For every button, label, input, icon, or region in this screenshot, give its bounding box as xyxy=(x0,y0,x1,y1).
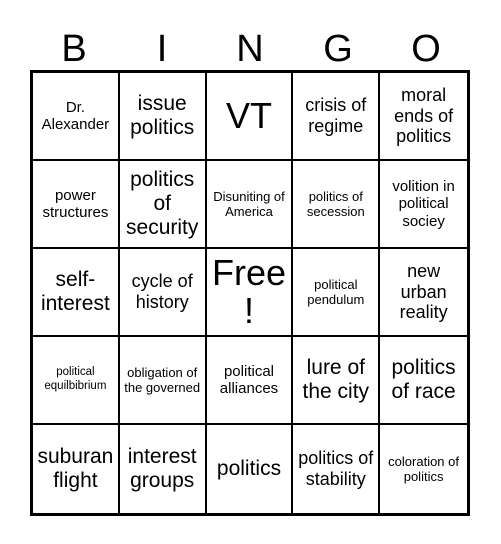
header-letter-n: N xyxy=(236,28,264,70)
bingo-cell-label: lure of the city xyxy=(302,356,370,403)
bingo-cell[interactable]: Dr. Alexander xyxy=(33,73,120,161)
bingo-cell[interactable]: new urban reality xyxy=(380,249,467,337)
bingo-cell[interactable]: cycle of history xyxy=(119,249,207,337)
bingo-cell[interactable]: power structures xyxy=(33,161,120,249)
bingo-cell-label: VT xyxy=(225,95,272,137)
bingo-cell[interactable]: coloration of politics xyxy=(380,425,467,513)
bingo-cell-label: politics of stability xyxy=(298,448,374,489)
bingo-cell-label: political alliances xyxy=(219,362,279,397)
bingo-cell-label: issue politics xyxy=(130,92,195,139)
bingo-cell-label: obligation of the governed xyxy=(124,364,201,395)
bingo-cell-label: suburan flight xyxy=(37,445,114,492)
bingo-cell[interactable]: volition in political sociey xyxy=(380,161,467,249)
bingo-cell-label: politics of race xyxy=(391,356,456,403)
bingo-cell[interactable]: issue politics xyxy=(119,73,207,161)
bingo-header: B I N G O xyxy=(30,14,470,70)
header-letter-g: G xyxy=(323,28,353,70)
header-letter-b: B xyxy=(61,28,87,70)
bingo-cell[interactable]: political equilbibrium xyxy=(33,337,120,425)
bingo-cell[interactable]: political pendulum xyxy=(293,249,381,337)
bingo-cell[interactable]: obligation of the governed xyxy=(119,337,207,425)
bingo-cell[interactable]: politics of security xyxy=(119,161,207,249)
bingo-cell-label: politics of secession xyxy=(306,188,365,219)
bingo-cell-label: Disuniting of America xyxy=(213,188,285,219)
bingo-cell-label: new urban reality xyxy=(399,261,448,323)
bingo-cell-label: interest groups xyxy=(127,445,197,492)
bingo-cell[interactable]: Disuniting of America xyxy=(206,161,294,249)
bingo-cell[interactable]: politics of race xyxy=(380,337,467,425)
bingo-cell-label: cycle of history xyxy=(131,271,193,312)
bingo-cell-label: politics of security xyxy=(126,168,199,239)
bingo-cell[interactable]: VT xyxy=(206,73,294,161)
bingo-cell-label: self-interest xyxy=(40,268,110,315)
bingo-cell[interactable]: lure of the city xyxy=(293,337,381,425)
bingo-cell-label: crisis of regime xyxy=(305,95,367,136)
bingo-cell[interactable]: self-interest xyxy=(33,249,120,337)
bingo-card: B I N G O Dr. Alexander issue politics V… xyxy=(0,0,501,544)
bingo-cell[interactable]: suburan flight xyxy=(33,425,120,513)
bingo-cell[interactable]: political alliances xyxy=(206,337,294,425)
bingo-cell-label: coloration of politics xyxy=(388,453,459,484)
bingo-cell-label: moral ends of politics xyxy=(394,85,454,147)
header-letter-o: O xyxy=(411,28,441,70)
bingo-free-cell[interactable]: Free! xyxy=(206,249,294,337)
bingo-cell-label: politics xyxy=(216,457,282,481)
bingo-cell[interactable]: interest groups xyxy=(119,425,207,513)
bingo-cell-label: volition in political sociey xyxy=(392,177,455,230)
bingo-grid: Dr. Alexander issue politics VT crisis o… xyxy=(30,70,470,516)
bingo-cell[interactable]: politics xyxy=(206,425,294,513)
bingo-cell[interactable]: politics of stability xyxy=(293,425,381,513)
header-letter-i: I xyxy=(156,28,168,70)
bingo-cell-label: Dr. Alexander xyxy=(41,98,110,133)
bingo-cell[interactable]: crisis of regime xyxy=(293,73,381,161)
bingo-cell-label: political equilbibrium xyxy=(44,366,107,392)
bingo-cell-label: political pendulum xyxy=(307,276,365,307)
bingo-cell-label: power structures xyxy=(42,186,109,221)
bingo-cell[interactable]: politics of secession xyxy=(293,161,381,249)
bingo-cell[interactable]: moral ends of politics xyxy=(380,73,467,161)
bingo-free-label: Free! xyxy=(211,252,286,331)
